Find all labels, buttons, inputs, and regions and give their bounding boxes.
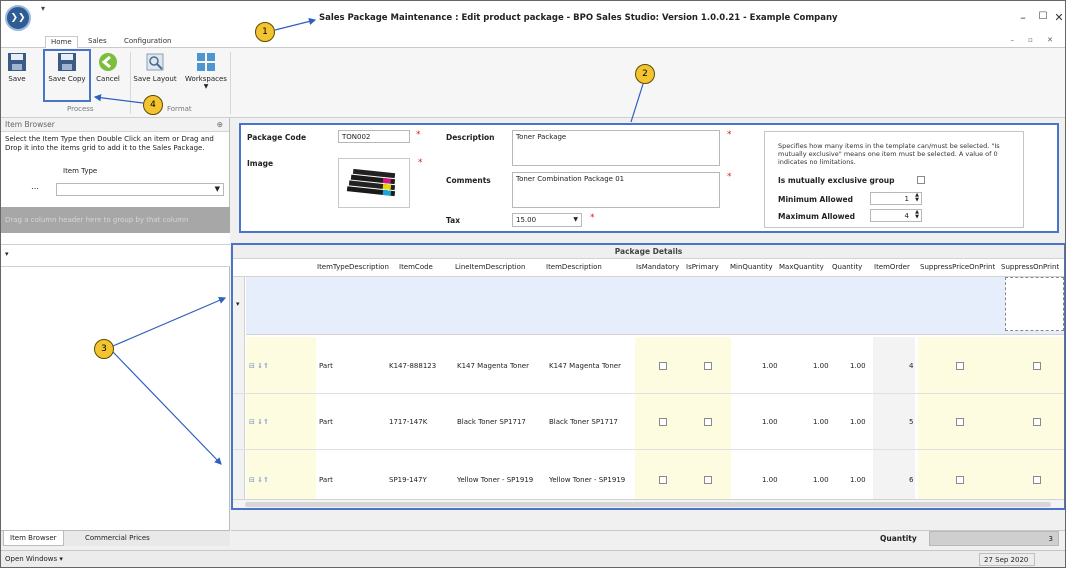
callout-badge: 4	[143, 95, 163, 115]
callout-arrow	[630, 83, 644, 123]
application-window: ❯❯ ▾ Sales Package Maintenance : Edit pr…	[0, 0, 1066, 568]
callout-badge: 1	[255, 22, 275, 42]
callout-badge: 3	[94, 339, 114, 359]
callout-arrow	[93, 94, 144, 104]
callout-arrow	[274, 17, 317, 31]
callout-arrow	[112, 351, 222, 465]
callout-badge: 2	[635, 64, 655, 84]
callout-arrows	[93, 17, 644, 465]
callout-arrow	[112, 297, 227, 347]
